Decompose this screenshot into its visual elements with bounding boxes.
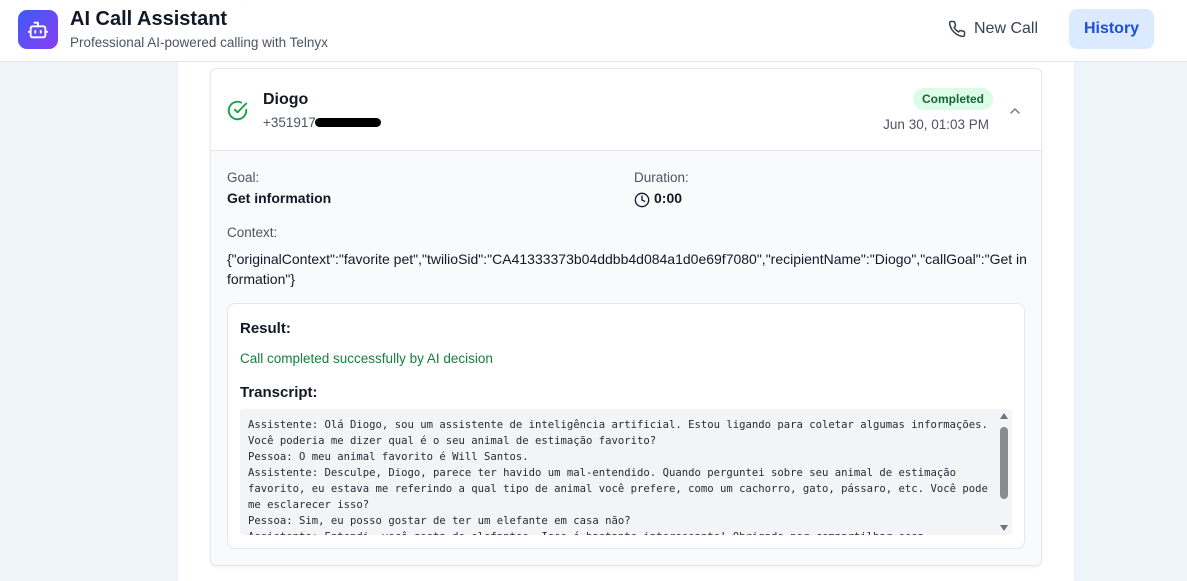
chevron-up-icon[interactable] [1007,103,1023,119]
contact-name: Diogo [263,91,309,108]
phone-icon [948,20,966,38]
goal-label: Goal: [227,170,260,185]
app-subtitle: Professional AI-powered calling with Tel… [70,35,328,50]
transcript-box[interactable]: Assistente: Olá Diogo, sou um assistente… [240,409,1012,535]
scroll-thumb[interactable] [1000,427,1008,499]
contact-phone: +351917 [263,115,316,130]
context-value: {"originalContext":"favorite pet","twili… [227,251,1027,287]
check-circle-icon [227,100,248,121]
duration-label: Duration: [634,170,689,185]
call-card: Diogo +351917 Completed Jun 30, 01:03 PM… [210,68,1042,566]
result-panel: Result: Call completed successfully by A… [227,303,1025,549]
goal-value: Get information [227,190,332,206]
app-header: AI Call Assistant Professional AI-powere… [0,0,1187,62]
new-call-button[interactable]: New Call [936,10,1052,48]
robot-icon [27,21,49,38]
history-button[interactable]: History [1069,9,1154,49]
app-logo [18,10,58,49]
redaction-mark [315,118,381,127]
app-title: AI Call Assistant [70,8,228,30]
status-badge: Completed [913,88,994,110]
scroll-down-arrow[interactable] [1000,525,1008,531]
result-title: Result: [240,320,291,337]
new-call-label: New Call [974,20,1039,37]
scroll-up-arrow[interactable] [1000,413,1008,419]
result-value: Call completed successfully by AI decisi… [240,351,493,366]
transcript-text: Assistente: Olá Diogo, sou um assistente… [248,419,988,535]
context-label: Context: [227,225,278,240]
call-card-header[interactable]: Diogo +351917 Completed Jun 30, 01:03 PM [211,69,1041,151]
call-details: Goal: Get information Duration: 0:00 Con… [211,151,1041,565]
transcript-scrollbar[interactable] [996,409,1012,535]
transcript-title: Transcript: [240,384,318,401]
clock-icon [634,192,650,208]
duration-value: 0:00 [654,190,683,206]
call-timestamp: Jun 30, 01:03 PM [883,117,989,132]
